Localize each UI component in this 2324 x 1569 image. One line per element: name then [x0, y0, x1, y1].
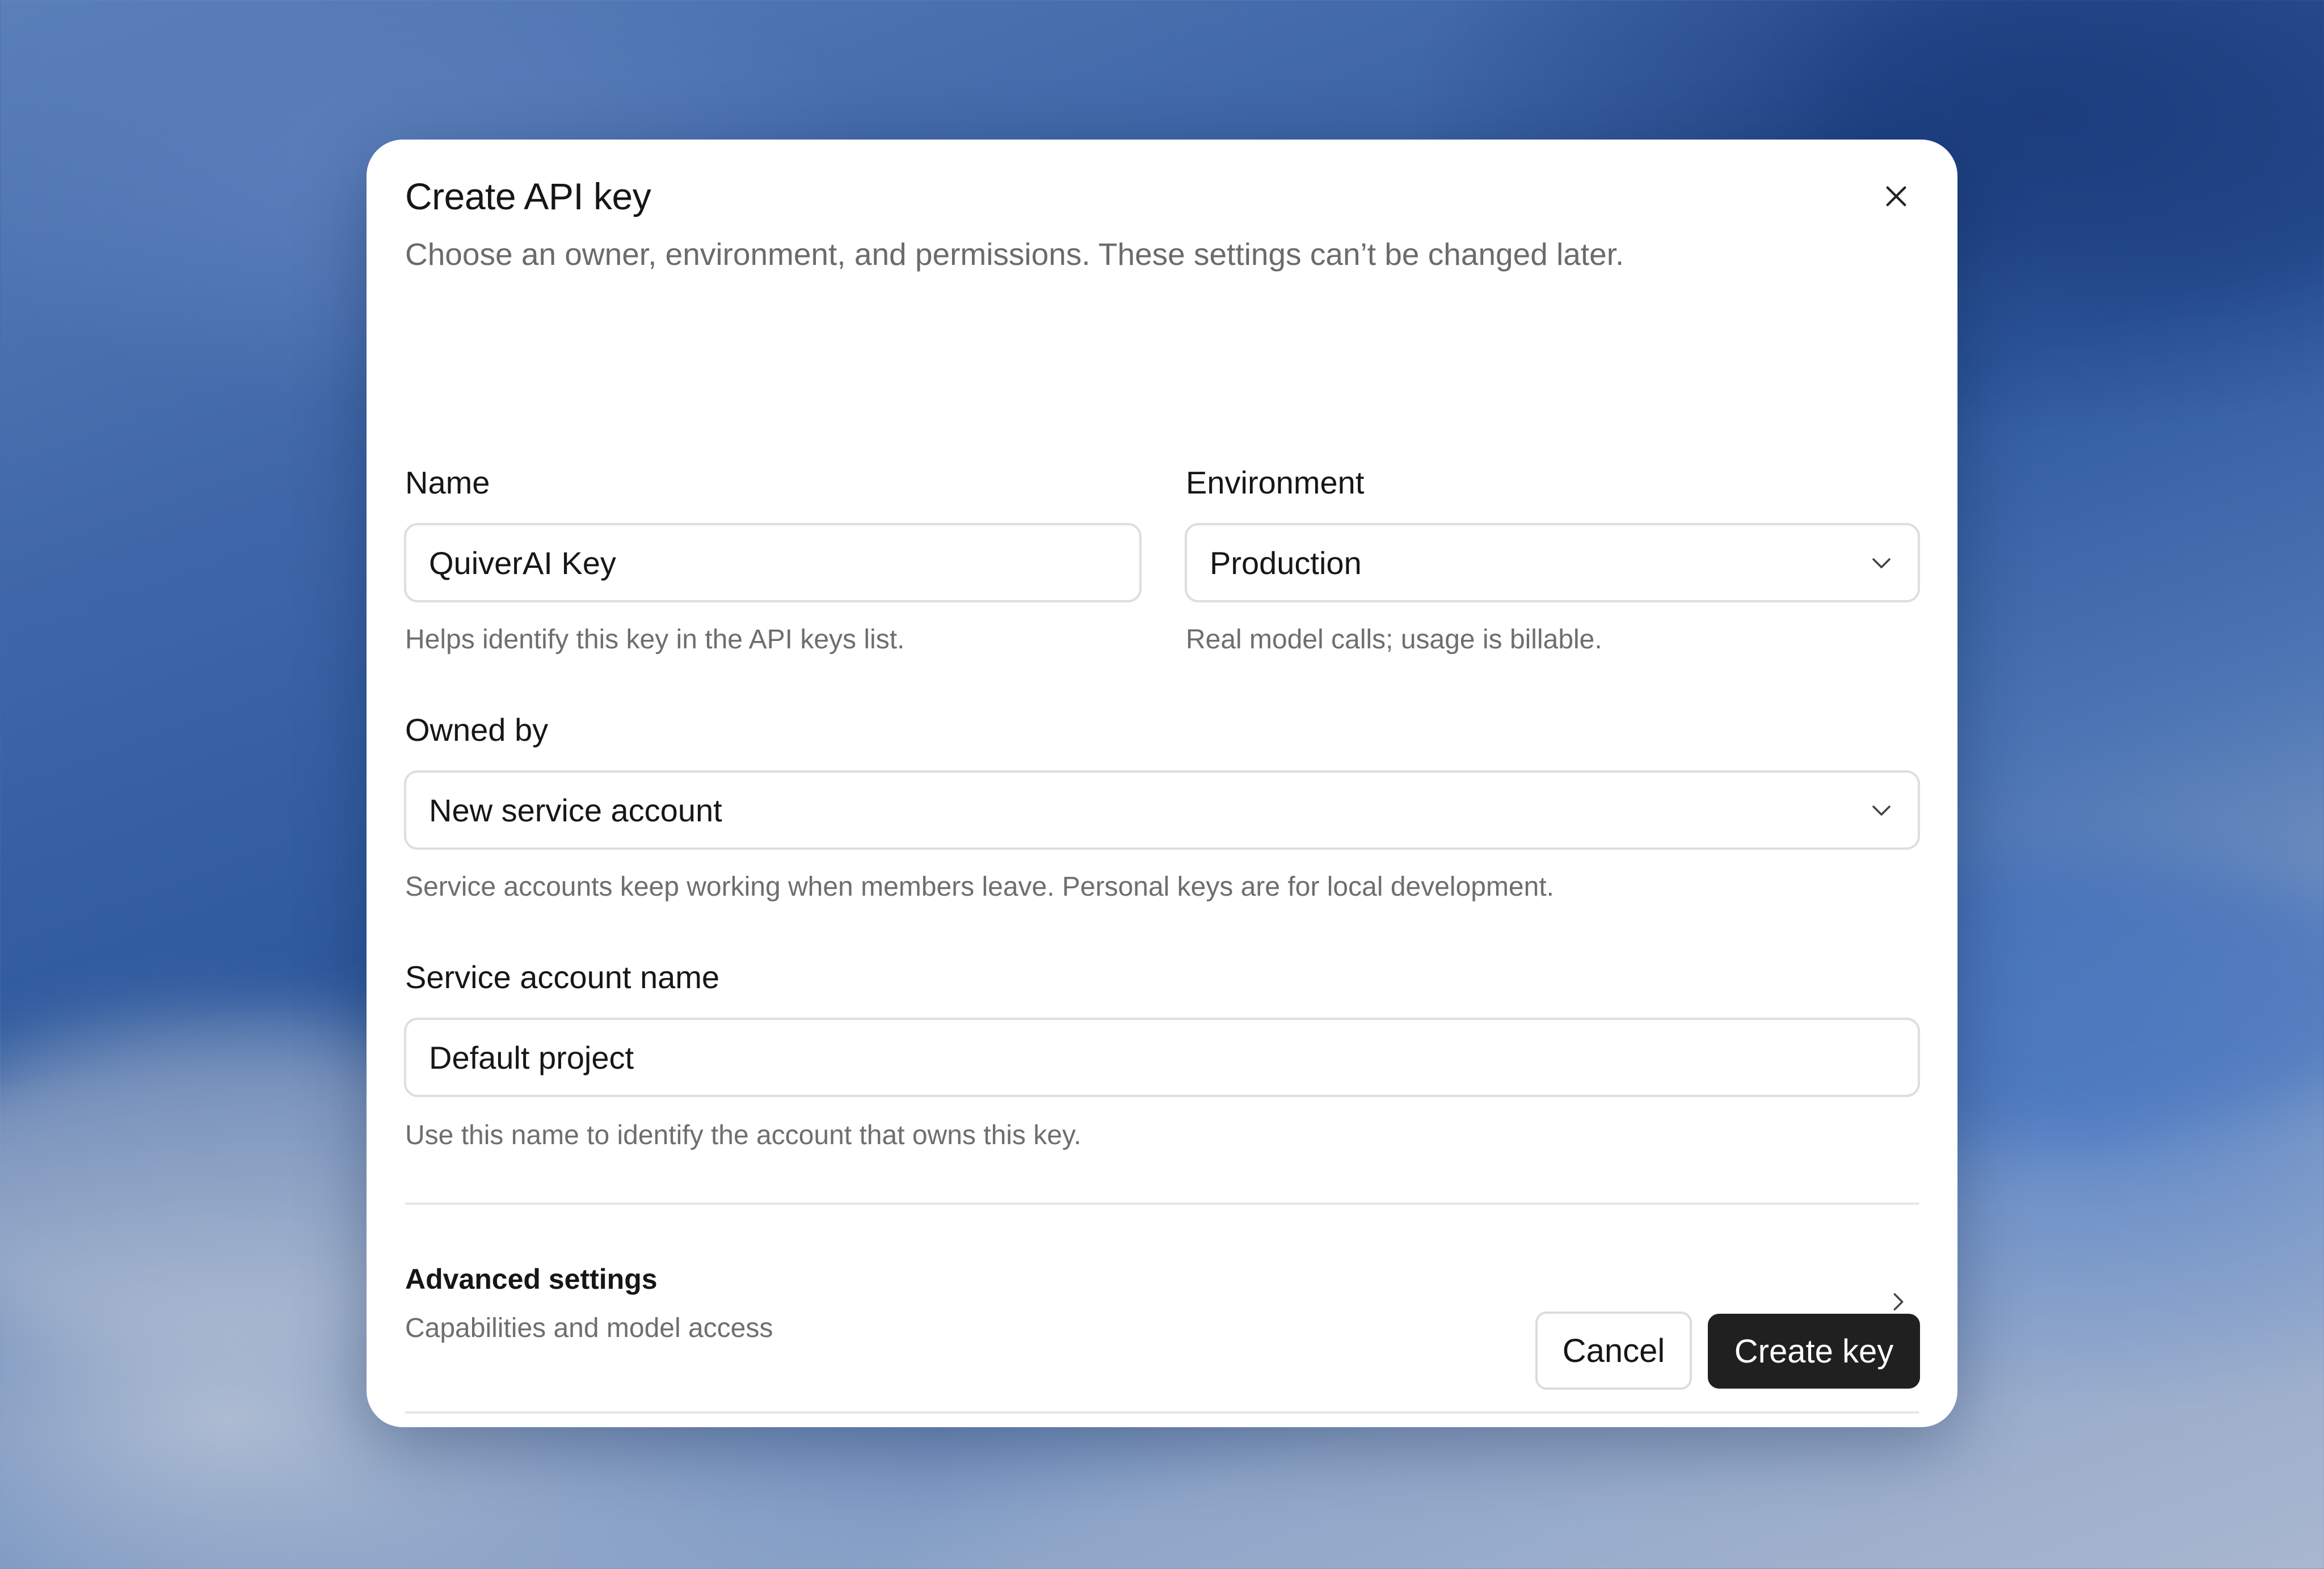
dialog-subtitle: Choose an owner, environment, and permis… [405, 237, 1624, 272]
owned-by-label: Owned by [405, 712, 549, 748]
create-api-key-dialog: Create API key Choose an owner, environm… [367, 140, 1957, 1427]
close-button[interactable] [1875, 175, 1918, 218]
owned-by-value: New service account [429, 792, 722, 828]
service-account-input[interactable] [429, 1039, 1895, 1076]
name-label: Name [405, 465, 490, 500]
service-account-field[interactable] [404, 1018, 1920, 1097]
service-account-hint: Use this name to identify the account th… [405, 1120, 1081, 1150]
environment-value: Production [1210, 545, 1362, 581]
divider [405, 1411, 1919, 1414]
environment-label: Environment [1186, 465, 1365, 500]
cancel-button[interactable]: Cancel [1535, 1311, 1692, 1390]
name-hint: Helps identify this key in the API keys … [405, 625, 905, 655]
environment-select[interactable]: Production [1185, 523, 1920, 602]
name-field[interactable] [404, 523, 1142, 602]
advanced-settings-subtitle: Capabilities and model access [405, 1313, 773, 1343]
name-input[interactable] [429, 544, 1117, 581]
advanced-settings-title: Advanced settings [405, 1263, 658, 1295]
create-key-button[interactable]: Create key [1708, 1314, 1920, 1389]
owned-by-hint: Service accounts keep working when membe… [405, 872, 1554, 902]
environment-hint: Real model calls; usage is billable. [1186, 625, 1602, 655]
chevron-down-icon [1872, 558, 1891, 568]
close-icon [1886, 186, 1906, 206]
divider [405, 1203, 1919, 1205]
chevron-right-icon [1893, 1293, 1904, 1311]
chevron-down-icon [1872, 805, 1891, 816]
dialog-title: Create API key [405, 175, 651, 217]
service-account-label: Service account name [405, 959, 720, 995]
owned-by-select[interactable]: New service account [404, 770, 1920, 850]
